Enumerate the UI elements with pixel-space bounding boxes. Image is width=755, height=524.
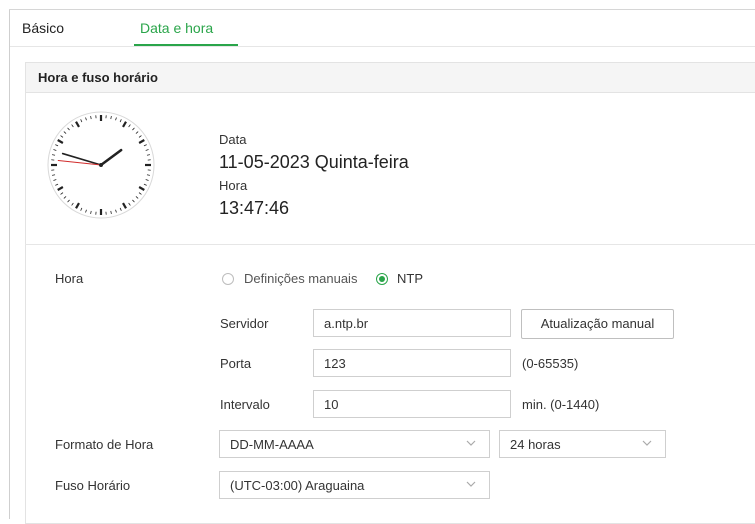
intervalo-input[interactable] — [313, 390, 511, 418]
section-divider — [25, 244, 755, 245]
time-label: Hora — [219, 178, 247, 193]
clock-center — [99, 163, 103, 167]
intervalo-range: min. (0-1440) — [522, 397, 599, 412]
servidor-label: Servidor — [220, 316, 268, 331]
analog-clock — [46, 110, 156, 220]
fuso-horario-label: Fuso Horário — [55, 478, 130, 493]
radio-ntp[interactable] — [376, 273, 388, 285]
hora-mode-label: Hora — [55, 271, 83, 286]
porta-label: Porta — [220, 356, 251, 371]
date-label: Data — [219, 132, 246, 147]
tab-data-e-hora[interactable]: Data e hora — [140, 20, 213, 36]
time-format-value: 24 horas — [510, 437, 561, 452]
chevron-down-icon — [465, 437, 477, 449]
servidor-input[interactable] — [313, 309, 511, 337]
intervalo-label: Intervalo — [220, 397, 270, 412]
radio-ntp-label: NTP — [397, 271, 423, 286]
formato-hora-label: Formato de Hora — [55, 437, 153, 452]
manual-update-button[interactable]: Atualização manual — [521, 309, 674, 339]
radio-manual-label: Definições manuais — [244, 271, 357, 286]
time-value: 13:47:46 — [219, 198, 289, 219]
active-tab-indicator — [134, 44, 238, 46]
date-format-value: DD-MM-AAAA — [230, 437, 314, 452]
date-value: 11-05-2023 Quinta-feira — [219, 152, 409, 173]
chevron-down-icon — [465, 478, 477, 490]
tab-bar: Básico Data e hora — [10, 10, 755, 47]
tab-basico[interactable]: Básico — [22, 20, 64, 36]
time-format-select[interactable]: 24 horas — [499, 430, 666, 458]
panel-header: Hora e fuso horário — [26, 63, 755, 93]
chevron-down-icon — [641, 437, 653, 449]
timezone-select[interactable]: (UTC-03:00) Araguaina — [219, 471, 490, 499]
porta-input[interactable] — [313, 349, 511, 377]
date-format-select[interactable]: DD-MM-AAAA — [219, 430, 490, 458]
radio-manual[interactable] — [222, 273, 234, 285]
panel-title: Hora e fuso horário — [38, 70, 158, 85]
left-border — [9, 9, 10, 519]
timezone-value: (UTC-03:00) Araguaina — [230, 478, 364, 493]
porta-range: (0-65535) — [522, 356, 578, 371]
